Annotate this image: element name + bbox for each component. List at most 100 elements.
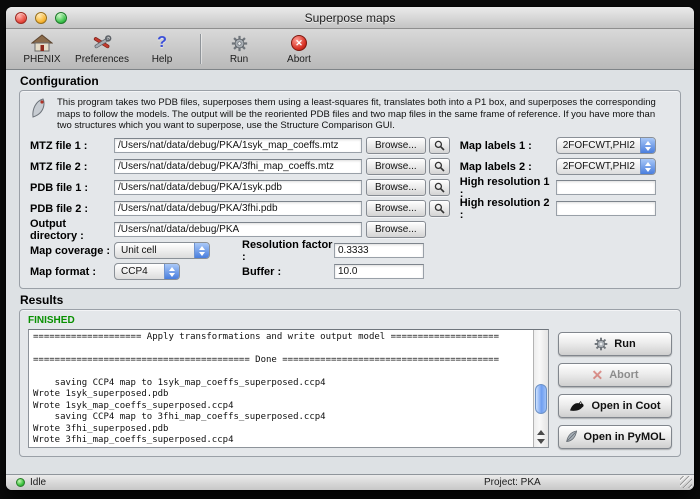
buffer-input[interactable] <box>334 264 424 279</box>
toolbar-item-help[interactable]: ? Help <box>134 31 190 68</box>
output-directory-input[interactable] <box>114 222 362 237</box>
program-description: This program takes two PDB files, superp… <box>30 97 670 132</box>
popup-arrows-icon <box>640 159 655 174</box>
status-indicator-icon <box>16 478 25 487</box>
open-in-pymol-button[interactable]: Open in PyMOL <box>558 425 672 449</box>
open-in-coot-label: Open in Coot <box>591 400 660 412</box>
high-resolution-1-input[interactable] <box>556 180 656 195</box>
status-finished: FINISHED <box>28 315 672 326</box>
gear-icon <box>231 33 248 53</box>
console-text: ==================== Apply transformatio… <box>29 330 548 448</box>
mtz-file-2-label: MTZ file 2 : <box>30 161 114 173</box>
mtz-file-1-label: MTZ file 1 : <box>30 140 114 152</box>
pymol-feather-icon <box>565 430 578 443</box>
popup-arrows-icon <box>194 243 209 258</box>
resolution-factor-input[interactable] <box>334 243 424 258</box>
status-bar: Idle Project: PKA <box>6 474 694 490</box>
pdb-file-1-label: PDB file 1 : <box>30 182 114 194</box>
toolbar-separator <box>200 34 201 64</box>
popup-arrows-icon <box>640 138 655 153</box>
map-labels-1-select[interactable]: 2FOFCWT,PHI2FOF... <box>556 137 656 154</box>
run-button[interactable]: Run <box>558 332 672 356</box>
mtz-file-2-row: MTZ file 2 : Browse... Map labels 2 : 2F… <box>30 158 670 176</box>
output-directory-browse-button[interactable]: Browse... <box>366 221 426 238</box>
resolution-factor-label: Resolution factor : <box>242 239 334 263</box>
map-labels-2-label: Map labels 2 : <box>460 161 556 173</box>
map-coverage-select[interactable]: Unit cell <box>114 242 210 259</box>
mtz-file-1-row: MTZ file 1 : Browse... Map labels 1 : 2F… <box>30 137 670 155</box>
map-format-row: Map format : CCP4 Buffer : <box>30 263 670 281</box>
program-icon <box>30 97 48 124</box>
toolbar-item-label: Abort <box>287 54 311 65</box>
map-labels-1-label: Map labels 1 : <box>460 140 556 152</box>
abort-button-label: Abort <box>609 369 638 381</box>
map-labels-2-select[interactable]: 2FOFCWT,PHI2FOF... <box>556 158 656 175</box>
abort-x-icon: ✕ <box>591 368 603 382</box>
window-controls <box>15 12 67 24</box>
toolbar-item-abort[interactable]: ✕ Abort <box>271 31 327 68</box>
scrollbar-thumb[interactable] <box>535 384 547 414</box>
phenix-home-icon <box>31 33 53 53</box>
abort-icon: ✕ <box>291 33 307 53</box>
high-resolution-2-label: High resolution 2 : <box>460 197 556 221</box>
description-text: This program takes two PDB files, superp… <box>57 97 657 132</box>
mtz-file-2-view-button[interactable] <box>429 158 450 175</box>
abort-button[interactable]: ✕ Abort <box>558 363 672 387</box>
pdb-file-2-browse-button[interactable]: Browse... <box>366 200 426 217</box>
toolbar-item-preferences[interactable]: Preferences <box>74 31 130 68</box>
map-format-select[interactable]: CCP4 <box>114 263 180 280</box>
magnifier-icon <box>434 203 445 214</box>
coot-bird-icon <box>569 400 585 412</box>
toolbar-item-label: Run <box>230 54 248 65</box>
high-resolution-2-input[interactable] <box>556 201 656 216</box>
open-in-pymol-label: Open in PyMOL <box>584 431 666 443</box>
output-directory-row: Output directory : Browse... <box>30 221 670 239</box>
pdb-file-1-input[interactable] <box>114 180 362 195</box>
toolbar-item-label: PHENIX <box>23 54 60 65</box>
toolbar-item-phenix[interactable]: PHENIX <box>14 31 70 68</box>
open-in-coot-button[interactable]: Open in Coot <box>558 394 672 418</box>
pdb-file-2-label: PDB file 2 : <box>30 203 114 215</box>
map-coverage-label: Map coverage : <box>30 245 114 257</box>
title-bar[interactable]: Superpose maps <box>6 7 694 29</box>
scroll-up-arrow-icon[interactable] <box>537 430 545 435</box>
mtz-file-1-input[interactable] <box>114 138 362 153</box>
window-title: Superpose maps <box>305 11 396 25</box>
map-format-label: Map format : <box>30 266 114 278</box>
pdb-file-1-browse-button[interactable]: Browse... <box>366 179 426 196</box>
mtz-file-1-view-button[interactable] <box>429 137 450 154</box>
help-icon: ? <box>157 33 167 53</box>
console-output[interactable]: ==================== Apply transformatio… <box>28 329 549 448</box>
run-button-label: Run <box>614 338 635 350</box>
mtz-file-1-browse-button[interactable]: Browse... <box>366 137 426 154</box>
output-directory-label: Output directory : <box>30 218 114 242</box>
scroll-down-arrow-icon[interactable] <box>537 439 545 444</box>
mtz-file-2-input[interactable] <box>114 159 362 174</box>
pdb-file-2-row: PDB file 2 : Browse... High resolution 2… <box>30 200 670 218</box>
action-panel: Run ✕ Abort Open in Coot <box>558 329 672 449</box>
close-button[interactable] <box>15 12 27 24</box>
console-scrollbar[interactable] <box>533 330 548 447</box>
mtz-file-2-browse-button[interactable]: Browse... <box>366 158 426 175</box>
toolbar-item-label: Preferences <box>75 54 129 65</box>
toolbar-item-label: Help <box>152 54 173 65</box>
project-label: Project: PKA <box>484 477 541 488</box>
pdb-file-1-row: PDB file 1 : Browse... High resolution 1… <box>30 179 670 197</box>
resize-grip[interactable] <box>680 476 692 488</box>
pdb-file-1-view-button[interactable] <box>429 179 450 196</box>
configuration-groupbox: This program takes two PDB files, superp… <box>19 90 681 289</box>
pdb-file-2-view-button[interactable] <box>429 200 450 217</box>
map-coverage-row: Map coverage : Unit cell Resolution fact… <box>30 242 670 260</box>
configuration-heading: Configuration <box>20 74 694 88</box>
results-heading: Results <box>20 293 694 307</box>
toolbar-item-run[interactable]: Run <box>211 31 267 68</box>
pdb-file-2-input[interactable] <box>114 201 362 216</box>
magnifier-icon <box>434 140 445 151</box>
buffer-label: Buffer : <box>242 266 334 278</box>
zoom-button[interactable] <box>55 12 67 24</box>
minimize-button[interactable] <box>35 12 47 24</box>
magnifier-icon <box>434 161 445 172</box>
superpose-maps-window: Superpose maps PHENIX Preferences <box>6 7 694 490</box>
toolbar: PHENIX Preferences ? Help <box>6 29 694 70</box>
magnifier-icon <box>434 182 445 193</box>
